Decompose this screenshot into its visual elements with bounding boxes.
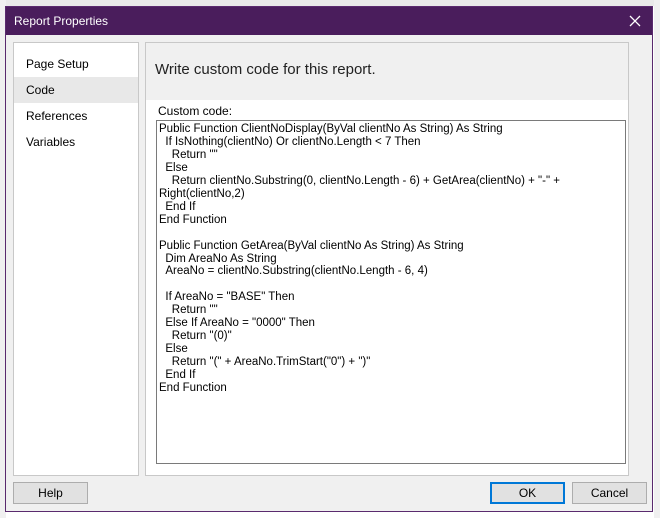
title-bar: Report Properties (6, 7, 652, 35)
content-header: Write custom code for this report. (146, 43, 628, 100)
cancel-button[interactable]: Cancel (572, 482, 647, 504)
nav-item-references[interactable]: References (14, 103, 138, 129)
custom-code-editor[interactable]: Public Function ClientNoDisplay(ByVal cl… (156, 120, 626, 464)
page-heading: Write custom code for this report. (155, 61, 376, 78)
close-icon (629, 15, 641, 27)
custom-code-label: Custom code: (158, 104, 233, 118)
ok-button[interactable]: OK (490, 482, 565, 504)
close-button[interactable] (618, 7, 652, 35)
nav-item-variables[interactable]: Variables (14, 129, 138, 155)
help-button[interactable]: Help (13, 482, 88, 504)
window-title: Report Properties (14, 14, 109, 28)
report-properties-dialog: Report Properties Page Setup Code Refere… (5, 6, 653, 512)
nav-item-code[interactable]: Code (14, 77, 138, 103)
navigation-list: Page Setup Code References Variables (13, 42, 139, 476)
background-app-right (654, 0, 660, 518)
content-panel: Write custom code for this report. Custo… (145, 42, 629, 476)
content-body: Custom code: Public Function ClientNoDis… (146, 100, 628, 475)
nav-item-page-setup[interactable]: Page Setup (14, 51, 138, 77)
